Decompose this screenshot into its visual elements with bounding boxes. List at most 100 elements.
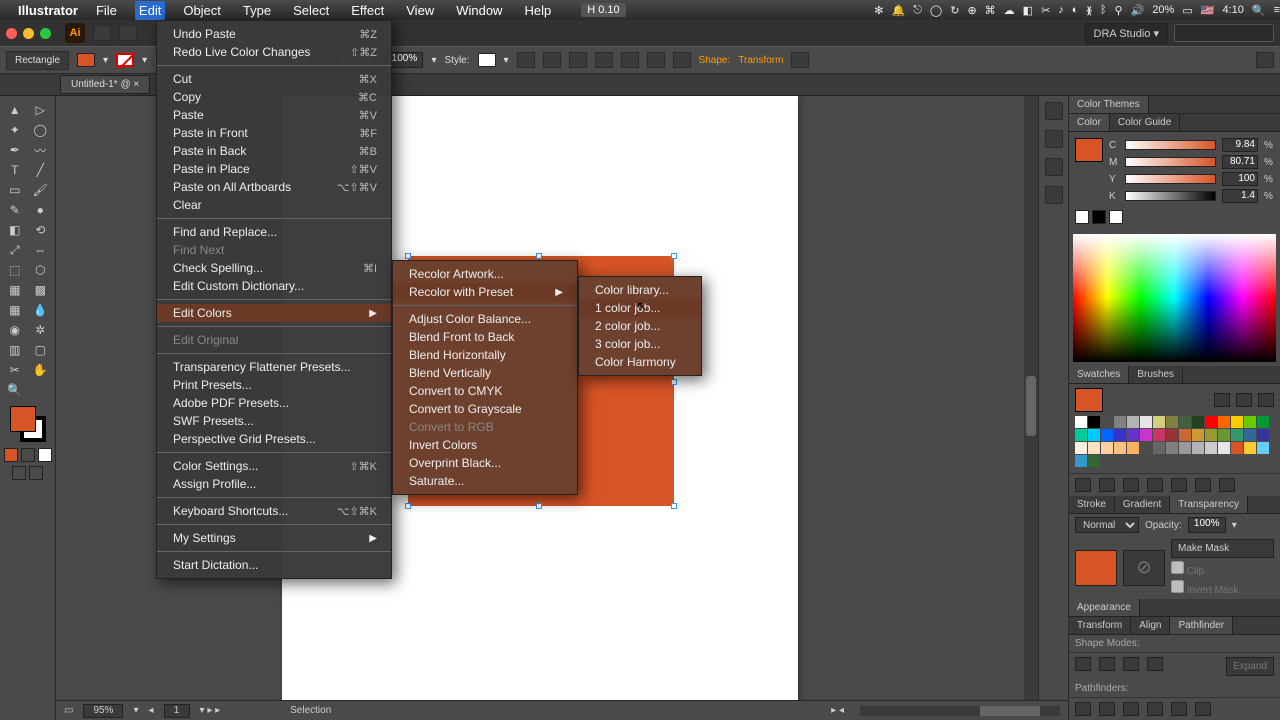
menu-item[interactable]: Edit Custom Dictionary... [157,277,391,295]
k-slider[interactable] [1125,191,1216,201]
c-slider[interactable] [1125,140,1216,150]
screen-mode-icon[interactable] [29,466,43,480]
menu-item[interactable]: Recolor Artwork... [393,265,577,283]
color-fill-swatch[interactable] [1075,138,1103,162]
tab-color[interactable]: Color [1069,114,1110,131]
align-icon[interactable] [621,52,639,68]
spotlight-icon[interactable]: 🔍 [1252,4,1266,17]
m-slider[interactable] [1125,157,1216,167]
tab-pathfinder[interactable]: Pathfinder [1170,617,1233,634]
dock-icon[interactable] [1045,102,1063,120]
width-tool[interactable]: ⇔ [28,240,54,260]
menu-item[interactable]: Invert Colors [393,436,577,454]
tab-color-themes[interactable]: Color Themes [1069,96,1149,113]
menu-item[interactable]: Edit Colors▶ [157,304,391,322]
swatch[interactable] [1088,429,1100,441]
current-swatch[interactable] [1075,388,1103,412]
tray-icon[interactable]: ᚕ [1086,4,1091,17]
zoom-button[interactable] [40,28,51,39]
swatch[interactable] [1101,416,1113,428]
tab-transform[interactable]: Transform [1069,617,1131,634]
swatch[interactable] [1218,429,1230,441]
slice-tool[interactable]: ✂ [2,360,28,380]
align-icon[interactable] [569,52,587,68]
direct-selection-tool[interactable]: ▷ [28,100,54,120]
close-button[interactable] [6,28,17,39]
swatch[interactable] [1127,442,1139,454]
pencil-tool[interactable]: ✎ [2,200,28,220]
k-value[interactable]: 1.4 [1222,189,1258,203]
line-tool[interactable]: ╱ [28,160,54,180]
graph-tool[interactable]: ▥ [2,340,28,360]
swatch[interactable] [1101,429,1113,441]
wifi-icon[interactable]: ⚲ [1115,4,1123,17]
menu-item[interactable]: Recolor with Preset▶ [393,283,577,301]
menu-item[interactable]: 1 color job... [579,299,701,317]
swatch[interactable] [1218,416,1230,428]
exclude-icon[interactable] [1147,657,1163,671]
swatch[interactable] [1166,429,1178,441]
swatch[interactable] [1153,442,1165,454]
color-spectrum[interactable] [1073,234,1276,362]
menu-file[interactable]: File [92,1,121,20]
menu-item[interactable]: 2 color job... [579,317,701,335]
swatch[interactable] [1257,416,1269,428]
tray-icon[interactable]: ⊕ [967,4,976,17]
hand-tool[interactable]: ✋ [28,360,54,380]
app-name[interactable]: Illustrator [18,3,78,18]
artboard-nav[interactable]: 1 [164,704,190,718]
mesh-tool[interactable]: ▩ [28,280,54,300]
arrange-icon[interactable] [119,25,137,41]
swatch[interactable] [1101,442,1113,454]
tab-appearance[interactable]: Appearance [1069,599,1140,616]
swatch[interactable] [1205,429,1217,441]
swatch[interactable] [1166,442,1178,454]
tab-gradient[interactable]: Gradient [1115,496,1170,513]
shape-label[interactable]: Shape: [699,55,731,66]
menu-item[interactable]: Transparency Flattener Presets... [157,358,391,376]
swatch[interactable] [1088,416,1100,428]
menu-item[interactable]: Paste⌘V [157,106,391,124]
swatch-view-icon[interactable] [1236,393,1252,407]
swatch[interactable] [1231,416,1243,428]
tray-icon[interactable]: 🔔 [892,4,906,17]
none-mode-icon[interactable] [38,448,52,462]
eraser-tool[interactable]: ◧ [2,220,28,240]
swatch[interactable] [1179,416,1191,428]
swatch[interactable] [1075,429,1087,441]
tab-swatches[interactable]: Swatches [1069,366,1129,383]
fill-stroke-control[interactable] [10,406,46,442]
swatch[interactable] [1179,429,1191,441]
menu-item[interactable]: Cut⌘X [157,70,391,88]
panel-menu-icon[interactable] [1256,52,1274,68]
tray-icon[interactable]: ♪ [1058,4,1064,16]
dock-icon[interactable] [1045,158,1063,176]
selection-tool[interactable]: ▲ [2,100,28,120]
color-mode-icon[interactable] [4,448,18,462]
align-icon[interactable] [595,52,613,68]
menu-item[interactable]: 3 color job... [579,335,701,353]
align-icon[interactable] [673,52,691,68]
type-tool[interactable]: T [2,160,28,180]
menu-select[interactable]: Select [289,1,333,20]
menu-item[interactable]: Paste in Back⌘B [157,142,391,160]
brush-tool[interactable]: 🖌 [28,180,54,200]
zoom-tool[interactable]: 🔍 [2,380,28,400]
minimize-button[interactable] [23,28,34,39]
menu-item[interactable]: Redo Live Color Changes⇧⌘Z [157,43,391,61]
align-icon[interactable] [647,52,665,68]
menu-item[interactable]: Convert to Grayscale [393,400,577,418]
tray-icon[interactable]: ⌘ [985,4,996,17]
menu-item[interactable]: Paste in Front⌘F [157,124,391,142]
none-swatch[interactable] [1075,210,1089,224]
symbol-sprayer-tool[interactable]: ✲ [28,320,54,340]
unite-icon[interactable] [1075,657,1091,671]
tray-icon[interactable]: ↻ [950,4,959,17]
swatch[interactable] [1075,416,1087,428]
lasso-tool[interactable]: ◯ [28,120,54,140]
swatch[interactable] [1140,416,1152,428]
trash-icon[interactable] [1219,478,1235,492]
free-transform-tool[interactable]: ⬚ [2,260,28,280]
swatch[interactable] [1127,416,1139,428]
menu-item[interactable]: Blend Vertically [393,364,577,382]
